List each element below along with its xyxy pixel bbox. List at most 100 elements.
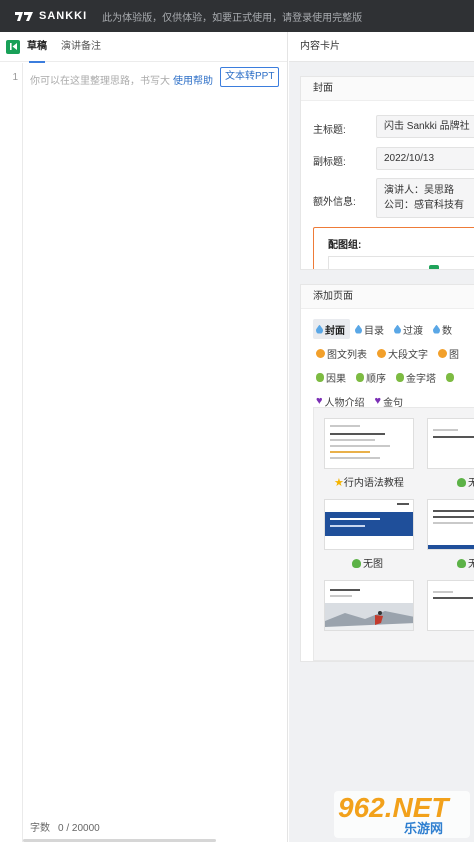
sankki-logo-icon: [14, 10, 34, 22]
tag-transition[interactable]: 过渡: [391, 319, 428, 339]
template-caption-text: 行内语法教程: [343, 478, 404, 489]
tag-long-text[interactable]: 大段文字: [374, 343, 433, 363]
tag-data[interactable]: 数: [430, 319, 457, 339]
word-count-value: 0 / 20000: [58, 823, 100, 834]
subtitle-input[interactable]: 2022/10/13: [376, 147, 474, 170]
tag-label: 图文列表: [327, 349, 367, 361]
template-caption-text: 无图: [363, 559, 383, 570]
image-group-slot[interactable]: [328, 256, 474, 269]
tab-speaker-notes[interactable]: 演讲备注: [61, 32, 101, 62]
tag-toc[interactable]: 目录: [352, 319, 389, 339]
pear-icon: [316, 372, 324, 382]
subtitle-label: 副标题:: [313, 157, 346, 168]
tag-label: 金字塔: [406, 373, 436, 385]
template-caption: ★行内语法教程: [334, 474, 404, 489]
cover-card: 封面 主标题: 闪击 Sankki 品牌社 副标题: 2022/10/13 额外…: [300, 76, 474, 270]
editor-tabs: 草稿 演讲备注: [0, 32, 287, 63]
template-thumbnail[interactable]: [324, 418, 414, 469]
line-gutter: 1: [0, 63, 23, 842]
frog-icon: [352, 559, 361, 568]
image-group-label: 配图组:: [328, 240, 362, 251]
orange-icon: [377, 348, 386, 358]
watermark-sub: 乐游网: [404, 821, 443, 837]
template-thumbnail[interactable]: [324, 499, 414, 550]
frog-icon: [457, 559, 466, 568]
tag-image[interactable]: 图: [435, 343, 464, 363]
heart-icon: ♥: [316, 394, 323, 407]
app-logo[interactable]: SANKKI: [14, 10, 87, 22]
site-watermark: 962.NET 乐游网: [334, 791, 470, 838]
help-link[interactable]: 使用帮助: [173, 72, 213, 87]
main-title-input[interactable]: 闪击 Sankki 品牌社: [376, 115, 474, 138]
template-thumbnail[interactable]: [427, 580, 474, 631]
editor-placeholder: 你可以在这里整理思路，书写大: [30, 76, 170, 87]
template-thumbnail[interactable]: [324, 580, 414, 631]
collapse-left-icon: [9, 43, 17, 50]
text-to-ppt-button[interactable]: 文本转PPT: [220, 67, 280, 87]
heart-icon: ♥: [374, 394, 382, 407]
image-group[interactable]: 配图组:: [313, 227, 474, 269]
panel-title: 内容卡片: [289, 32, 474, 62]
line-number: 1: [12, 72, 18, 83]
content-card-panel: 内容卡片 封面 主标题: 闪击 Sankki 品牌社 副标题: 2022/10/…: [289, 32, 474, 842]
trial-notice: 此为体验版，仅供体验，如要正式使用，请登录使用完整版: [102, 12, 363, 24]
tag-label: 数: [442, 325, 452, 337]
tag-row: 图文列表 大段文字 图: [313, 341, 474, 365]
tag-sequence[interactable]: 顺序: [353, 367, 391, 387]
star-icon: ★: [334, 477, 344, 489]
pear-icon: [396, 372, 404, 382]
template-caption: 无图: [352, 555, 383, 570]
extra-info-line: 公司：感官科技有: [384, 200, 464, 211]
orange-icon: [316, 348, 325, 358]
watermark-main: 962.NET: [338, 792, 451, 823]
template-caption-text: 无: [468, 478, 474, 489]
app-name: SANKKI: [39, 10, 88, 22]
tag-label: 因果: [326, 373, 346, 385]
template-caption: 无: [457, 474, 474, 489]
extra-info-label: 额外信息:: [313, 197, 356, 208]
tag-label: 图: [449, 349, 459, 361]
top-bar: SANKKI 此为体验版，仅供体验，如要正式使用，请登录使用完整版: [0, 0, 474, 32]
frog-icon: [457, 478, 466, 487]
draft-panel: 草稿 演讲备注 1 你可以在这里整理思路，书写大 使用帮助 文本转PPT 字数 0…: [0, 32, 288, 842]
pear-icon: [356, 372, 364, 382]
tag-row: 因果 顺序 金字塔: [313, 365, 474, 389]
drop-icon: [355, 324, 362, 334]
drop-icon: [316, 324, 323, 334]
orange-icon: [438, 348, 447, 358]
draft-editor[interactable]: 1 你可以在这里整理思路，书写大 使用帮助 文本转PPT 字数 0 / 20000: [0, 63, 287, 842]
tag-cause-effect[interactable]: 因果: [313, 367, 351, 387]
skier-photo-icon: [325, 603, 413, 630]
template-gallery: ★行内语法教程 无 无图 无: [313, 407, 474, 661]
extra-info-input[interactable]: 演讲人：吴思路 公司：感官科技有: [376, 178, 474, 218]
page-type-tags: 封面 目录 过渡 数 图文列表 大段文字 图 因果 顺序 金字塔 ♥ 人物介绍 ♥…: [313, 317, 474, 413]
add-page-title: 添加页面: [301, 285, 474, 309]
tag-label: 顺序: [366, 373, 386, 385]
watermark-logo-icon: 962.NET 乐游网: [334, 791, 470, 838]
word-count: 字数 0 / 20000: [30, 819, 100, 834]
extra-info-line: 演讲人：吴思路: [384, 185, 454, 196]
tag-pyramid[interactable]: 金字塔: [393, 367, 441, 387]
tag-image-list[interactable]: 图文列表: [313, 343, 372, 363]
cover-card-title: 封面: [301, 77, 474, 101]
tag-cover[interactable]: 封面: [313, 319, 350, 339]
add-page-card: 添加页面 封面 目录 过渡 数 图文列表 大段文字 图 因果 顺序 金字塔 ♥ 人…: [300, 284, 474, 662]
tag-more[interactable]: [443, 367, 461, 387]
tag-label: 封面: [325, 325, 345, 337]
collapse-button[interactable]: [6, 39, 20, 54]
template-caption-text: 无: [468, 559, 474, 570]
pear-icon: [446, 372, 454, 382]
main-title-label: 主标题:: [313, 125, 346, 136]
drop-icon: [394, 324, 401, 334]
tag-label: 过渡: [403, 325, 423, 337]
word-count-label: 字数: [30, 823, 50, 834]
template-thumbnail[interactable]: [427, 418, 474, 469]
tag-label: 大段文字: [388, 349, 428, 361]
image-marker-icon: [429, 265, 439, 269]
drop-icon: [433, 324, 440, 334]
tag-row: 封面 目录 过渡 数: [313, 317, 474, 341]
tab-draft[interactable]: 草稿: [27, 32, 47, 63]
template-thumbnail[interactable]: [427, 499, 474, 550]
tag-label: 目录: [364, 325, 384, 337]
template-caption: 无: [457, 555, 474, 570]
